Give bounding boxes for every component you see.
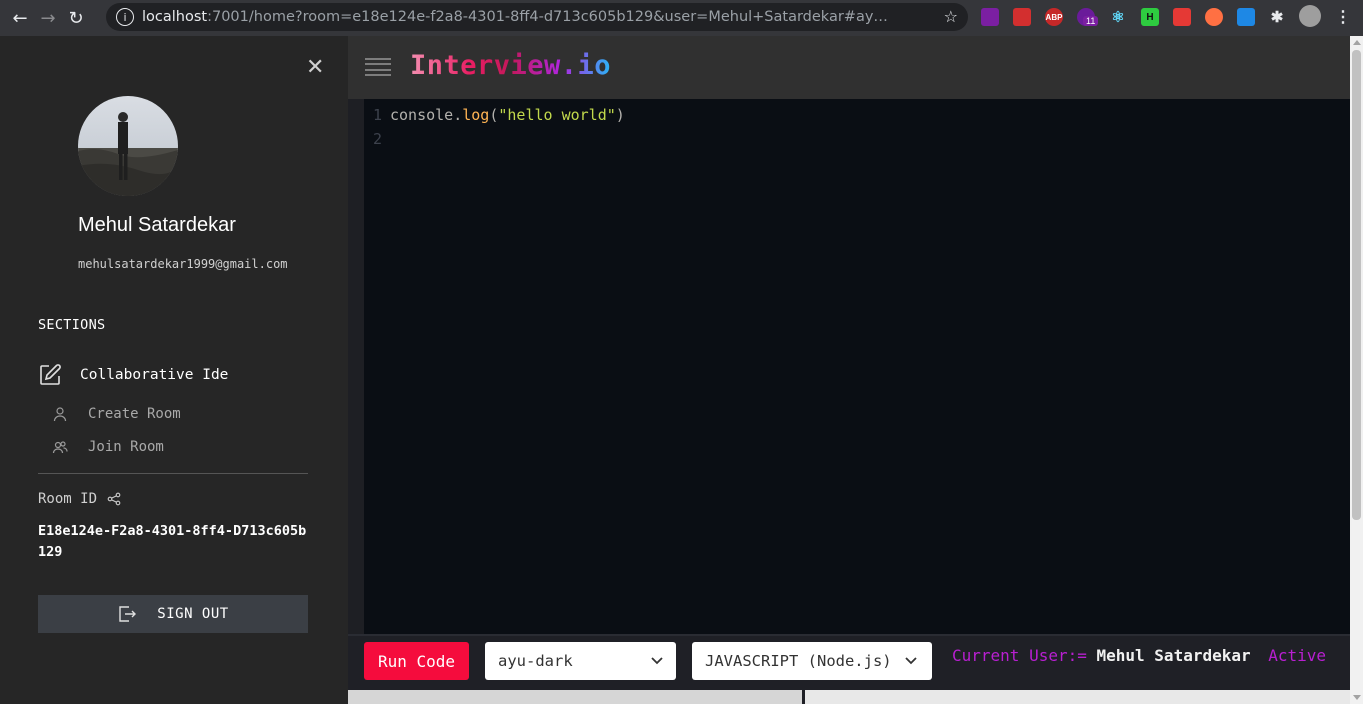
sidebar-item-label: Join Room xyxy=(88,439,164,455)
sidebar-item-collaborative-ide[interactable]: Collaborative Ide xyxy=(38,363,228,387)
sign-out-icon xyxy=(119,606,137,622)
reload-icon[interactable]: ↻ xyxy=(62,4,90,32)
extension-icon[interactable]: H xyxy=(1141,8,1159,26)
language-select[interactable]: JAVASCRIPT (Node.js) xyxy=(692,642,932,680)
chevron-down-icon xyxy=(905,657,917,665)
profile-avatar[interactable] xyxy=(1299,5,1321,27)
edit-icon xyxy=(40,364,61,385)
extension-icon[interactable] xyxy=(1173,8,1191,26)
users-icon xyxy=(52,441,68,454)
active-label: Active xyxy=(1268,646,1327,665)
room-id-value: E18e124e-F2a8-4301-8ff4-D713c605b129 xyxy=(38,523,307,560)
brand-logo: Interview.io xyxy=(410,50,612,81)
browser-toolbar: ← → ↻ i localhost:7001/home?room=e18e124… xyxy=(0,0,1363,36)
extension-icon[interactable] xyxy=(981,8,999,26)
puzzle-icon[interactable]: ✱ xyxy=(1268,8,1286,26)
code-editor[interactable]: 1 console.log("hello world") 2 xyxy=(364,99,1350,634)
scrollbar-thumb[interactable] xyxy=(1352,50,1361,520)
app-header: Interview.io xyxy=(348,36,1350,99)
share-icon[interactable] xyxy=(107,492,121,506)
output-panel-left xyxy=(348,690,805,704)
adblock-icon[interactable]: ABP xyxy=(1045,8,1063,26)
address-bar[interactable]: i localhost:7001/home?room=e18e124e-f2a8… xyxy=(106,3,968,31)
extension-icon[interactable] xyxy=(1237,8,1255,26)
theme-select-value: ayu-dark xyxy=(498,652,573,670)
close-icon[interactable]: ✕ xyxy=(306,57,324,79)
sidebar-item-label: Create Room xyxy=(88,406,181,422)
theme-select[interactable]: ayu-dark xyxy=(485,642,676,680)
profile-name: Mehul Satardekar xyxy=(78,214,236,236)
back-arrow-icon[interactable]: ← xyxy=(6,4,34,32)
user-icon xyxy=(53,407,67,422)
url-text[interactable]: localhost:7001/home?room=e18e124e-f2a8-4… xyxy=(142,9,932,25)
forward-arrow-icon[interactable]: → xyxy=(34,4,62,32)
code-text[interactable]: console.log("hello world") xyxy=(390,106,625,124)
hamburger-menu-icon[interactable] xyxy=(365,58,391,76)
site-info-icon[interactable]: i xyxy=(116,8,134,26)
chevron-down-icon xyxy=(651,657,663,665)
main-area: Interview.io 1 console.log("hello world"… xyxy=(348,36,1350,704)
current-user-status: Current User:= Mehul Satardekar Active xyxy=(952,646,1326,665)
profile-email: mehulsatardekar1999@gmail.com xyxy=(78,257,288,271)
sidebar-item-create-room[interactable]: Create Room xyxy=(52,406,181,422)
current-user-value: Mehul Satardekar xyxy=(1096,646,1251,665)
language-select-value: JAVASCRIPT (Node.js) xyxy=(705,652,892,670)
sidebar: ✕ Mehul Satardekar mehulsatardekar1999@g… xyxy=(0,36,348,704)
line-number: 2 xyxy=(372,130,382,148)
divider xyxy=(38,473,308,474)
sign-out-label: SIGN OUT xyxy=(157,606,229,622)
extension-icon[interactable] xyxy=(1205,8,1223,26)
scroll-down-icon[interactable] xyxy=(1353,695,1361,700)
sidebar-item-join-room[interactable]: Join Room xyxy=(52,439,164,455)
current-user-key: Current User:= xyxy=(952,646,1087,665)
line-number: 1 xyxy=(372,106,382,124)
code-line[interactable]: 2 xyxy=(364,127,390,151)
extension-icon[interactable] xyxy=(1013,8,1031,26)
bookmark-star-icon[interactable]: ☆ xyxy=(944,7,958,26)
run-code-button[interactable]: Run Code xyxy=(364,642,469,680)
extension-badge: 11 xyxy=(1083,16,1099,26)
output-panels xyxy=(348,690,1350,704)
editor-toolbar: Run Code ayu-dark JAVASCRIPT (Node.js) C… xyxy=(348,634,1350,704)
room-id-label: Room ID xyxy=(38,491,121,507)
sign-out-button[interactable]: SIGN OUT xyxy=(38,595,308,633)
react-devtools-icon[interactable]: ⚛ xyxy=(1109,8,1127,26)
sidebar-item-label: Collaborative Ide xyxy=(80,367,229,383)
kebab-menu-icon[interactable]: ⋮ xyxy=(1334,8,1352,26)
sections-title: SECTIONS xyxy=(38,317,106,333)
room-id-label-text: Room ID xyxy=(38,491,98,507)
code-line[interactable]: 1 console.log("hello world") xyxy=(364,103,625,127)
scroll-up-icon[interactable] xyxy=(1353,40,1361,45)
page-scrollbar[interactable] xyxy=(1350,36,1363,704)
avatar xyxy=(78,96,178,196)
